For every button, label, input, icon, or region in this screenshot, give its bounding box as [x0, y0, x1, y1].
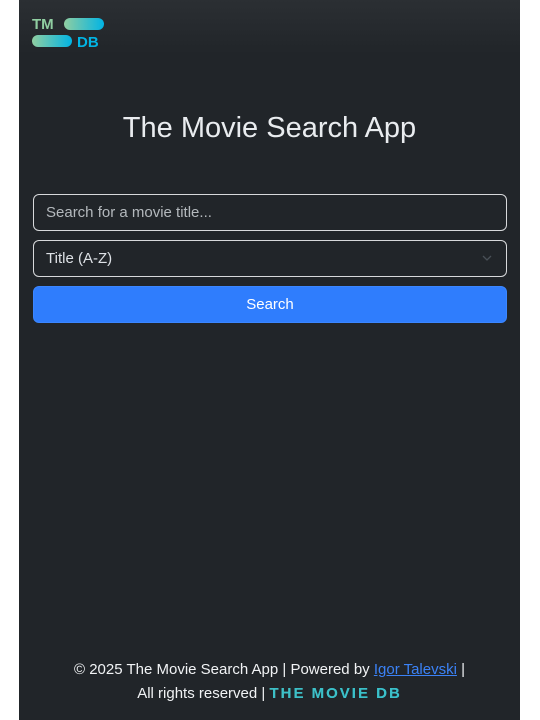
footer-line-1: © 2025 The Movie Search App | Powered by…: [19, 658, 520, 682]
tmdb-wordmark-logo[interactable]: THE MOVIE DB: [269, 685, 401, 702]
footer-separator: |: [461, 661, 466, 678]
logo-text-db: DB: [77, 34, 99, 51]
search-input[interactable]: [33, 194, 507, 231]
chevron-down-icon: [482, 255, 492, 261]
sort-select-value: Title (A-Z): [46, 250, 113, 267]
footer-rights: All rights reserved |: [137, 685, 266, 702]
tmdb-logo[interactable]: TM DB: [32, 15, 106, 51]
right-gutter: [520, 0, 540, 720]
logo-pill-top: [64, 18, 104, 30]
page-title: The Movie Search App: [122, 112, 417, 144]
footer-line-2: All rights reserved | THE MOVIE DB: [19, 682, 520, 706]
sort-select[interactable]: Title (A-Z): [33, 240, 507, 277]
footer: © 2025 The Movie Search App | Powered by…: [19, 658, 520, 706]
left-gutter: [0, 0, 19, 720]
footer-copyright: © 2025 The Movie Search App | Powered by: [73, 661, 370, 678]
logo-text-tm: TM: [32, 16, 54, 33]
navbar: TM DB: [19, 0, 520, 54]
search-button[interactable]: Search: [33, 286, 507, 323]
author-link[interactable]: Igor Talevski: [374, 661, 457, 678]
logo-pill-bottom: [32, 35, 72, 47]
app-window: TM DB The Movie Search App Title (A-Z) S…: [19, 0, 520, 720]
